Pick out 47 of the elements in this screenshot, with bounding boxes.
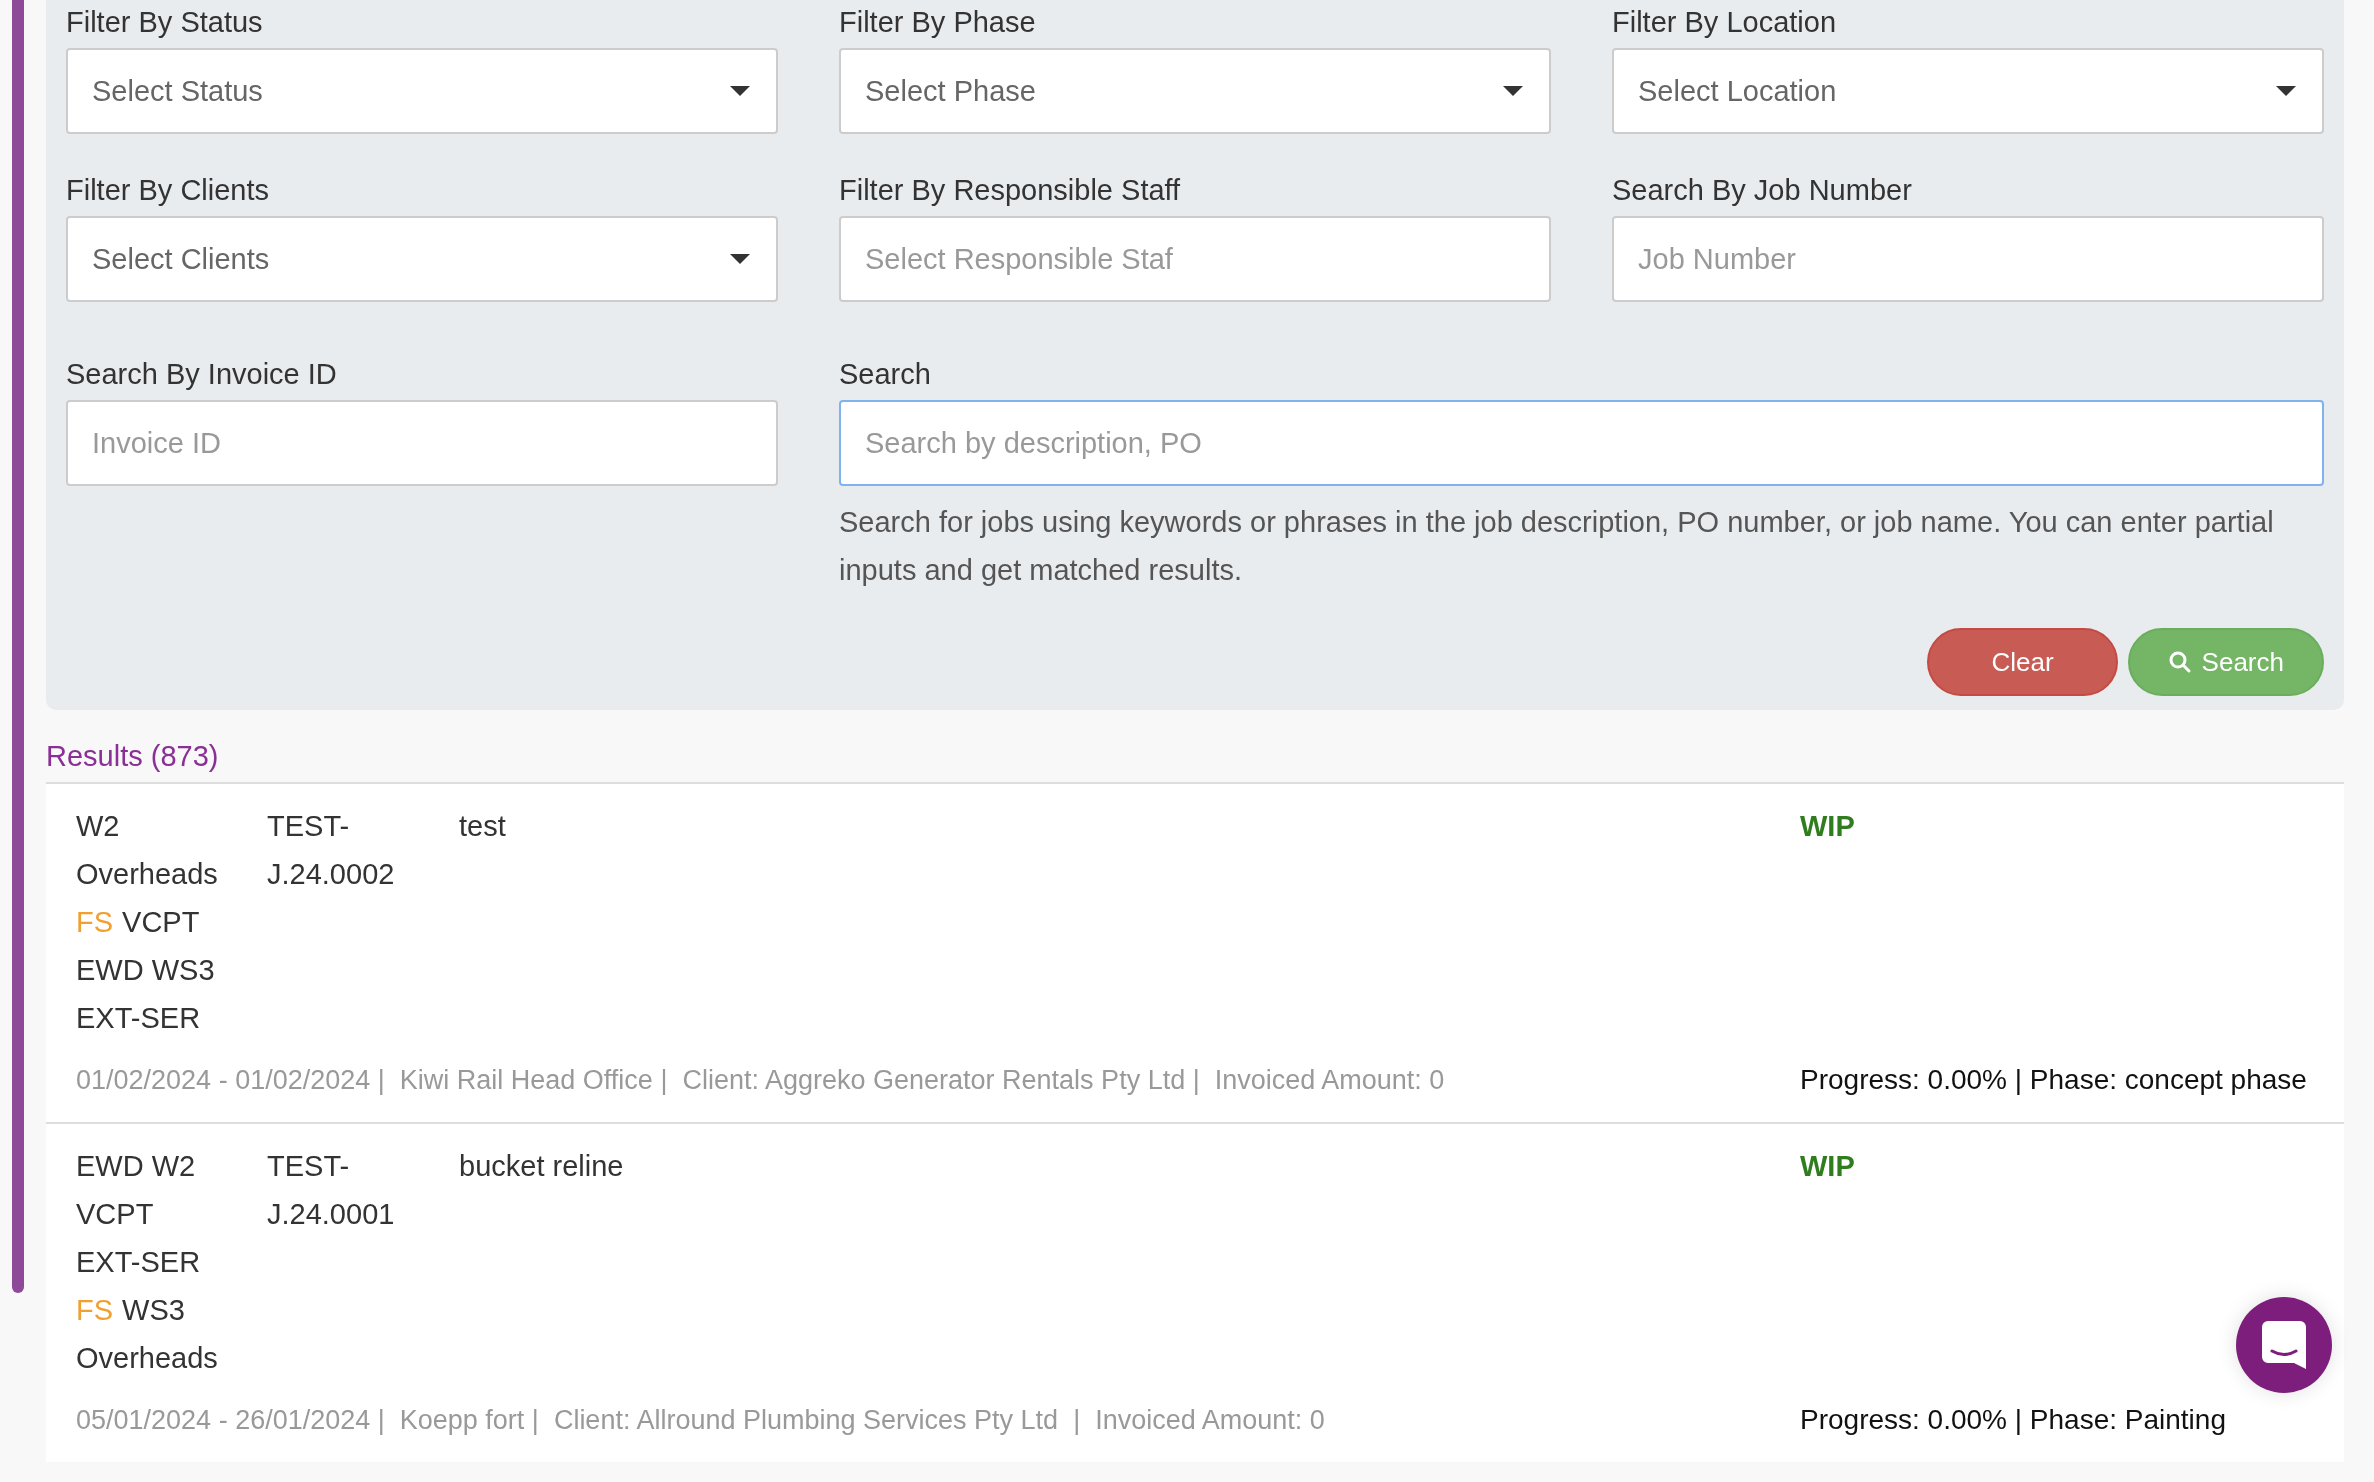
job-description: test [459, 809, 507, 844]
tag-text: EWD W2 [76, 1149, 196, 1184]
caret-icon [1503, 86, 1523, 96]
flag-tag: FS [76, 1286, 114, 1334]
field-label: Search By Job Number [1612, 173, 1913, 208]
results-count: Results (873) [46, 739, 220, 774]
tag-text: EXT-SER [76, 1001, 201, 1036]
job-description: bucket reline [459, 1149, 625, 1184]
job-meta: 05/01/2024 - 26/01/2024 | Koepp fort | Client: Allround Plumbing Services Pty Ltd | Invoiced Amount: 0 [76, 1404, 1326, 1437]
caret-icon [730, 86, 750, 96]
select-field[interactable]: Select Location [1612, 48, 2324, 134]
help-text: Search for jobs using keywords or phrases in the job description, PO number, or job name. You can enter partial inputs and get matched results. [839, 505, 2275, 588]
field-label: Filter By Responsible Staff [839, 173, 1182, 208]
caret-icon [2276, 86, 2296, 96]
input-field[interactable]: Select Responsible Staf [839, 216, 1551, 302]
select-field[interactable]: Select Clients [66, 216, 778, 302]
input-field[interactable]: Job Number [1612, 216, 2324, 302]
chat-icon [2262, 1321, 2306, 1369]
select-field[interactable]: Select Phase [839, 48, 1551, 134]
input-field[interactable]: Invoice ID [66, 400, 778, 486]
tag-text: EWD WS3 [76, 953, 215, 988]
flag-tag: FS [76, 898, 114, 946]
field-label: Search By Invoice ID [66, 357, 338, 392]
progress-text: Progress: 0.00% | Phase: concept phase [1800, 1063, 2307, 1097]
tag-text: Overheads [76, 1341, 218, 1376]
select-field[interactable]: Select Status [66, 48, 778, 134]
progress-text: Progress: 0.00% | Phase: Painting [1800, 1403, 2226, 1437]
field-label: Filter By Phase [839, 5, 1037, 40]
tag-text: Overheads [76, 857, 218, 892]
tag-text: EXT-SER [76, 1245, 201, 1280]
field-label: Search [839, 357, 932, 392]
field-label: Filter By Location [1612, 5, 1838, 40]
tag-text: W2 [76, 809, 120, 844]
status-text: WIP [1800, 809, 1855, 844]
search-icon [2167, 650, 2192, 674]
field-label: Filter By Status [66, 5, 264, 40]
job-meta: 01/02/2024 - 01/02/2024 | Kiwi Rail Head Office | Client: Aggreko Generator Rentals Pty Ltd | Invoiced Amount: 0 [76, 1064, 1446, 1097]
tag-text: VCPT [122, 905, 200, 940]
job-number: TEST-J.24.0001 [267, 1149, 396, 1232]
status-text: WIP [1800, 1149, 1855, 1184]
job-number: TEST-J.24.0002 [267, 809, 396, 892]
clear-button[interactable]: Clear [1927, 628, 2118, 696]
field-label: Filter By Clients [66, 173, 271, 208]
tag-text: VCPT [76, 1197, 154, 1232]
tag-text: WS3 [122, 1293, 185, 1328]
caret-icon [730, 254, 750, 264]
search-field[interactable]: Search by description, PO [839, 400, 2324, 486]
